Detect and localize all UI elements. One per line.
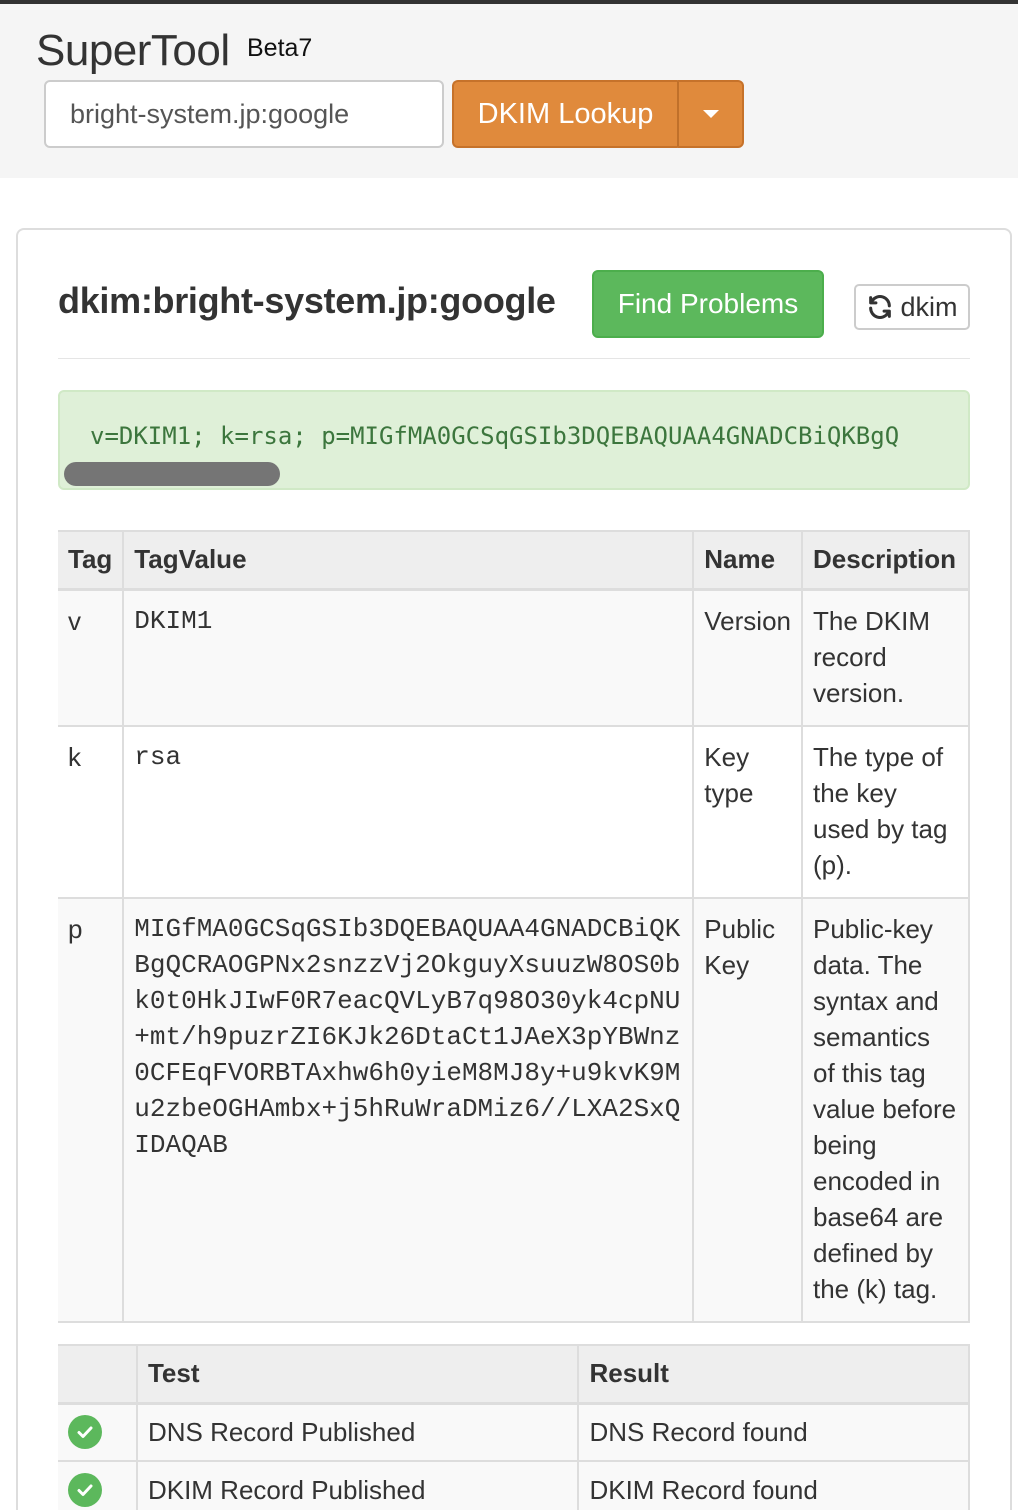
column-header-description: Description xyxy=(801,530,970,591)
table-header-row: Tag TagValue Name Description xyxy=(58,530,970,591)
version-badge: Beta7 xyxy=(247,34,313,62)
horizontal-scrollbar[interactable] xyxy=(64,462,280,486)
test-result-cell: DKIM Record found xyxy=(577,1460,970,1510)
tag-description-cell: The DKIM record version. xyxy=(801,588,970,727)
table-row: DNS Record Published DNS Record found xyxy=(58,1402,970,1462)
test-result-cell: DNS Record found xyxy=(577,1402,970,1462)
brand-logo[interactable]: SuperTool xyxy=(36,26,230,76)
refresh-icon xyxy=(869,295,892,319)
column-header-tag: Tag xyxy=(58,530,125,591)
test-results-table: Test Result DNS Record Published DNS Rec… xyxy=(58,1344,970,1510)
record-title: dkim:bright-system.jp:google xyxy=(58,280,556,321)
check-circle-icon xyxy=(68,1473,102,1507)
dkim-lookup-button[interactable]: DKIM Lookup xyxy=(452,80,677,148)
divider xyxy=(58,358,970,359)
table-row: DKIM Record Published DKIM Record found xyxy=(58,1460,970,1510)
lookup-dropdown-toggle[interactable] xyxy=(677,80,744,148)
refresh-label: dkim xyxy=(900,291,958,322)
lookup-button-group: DKIM Lookup xyxy=(452,80,744,148)
status-cell xyxy=(58,1402,138,1462)
table-row: p MIGfMA0GCSqGSIb3DQEBAQUAA4GNADCBiQKBgQ… xyxy=(58,896,970,1323)
tag-value-cell: rsa xyxy=(122,724,695,899)
column-header-result: Result xyxy=(577,1344,970,1405)
refresh-dkim-button[interactable]: dkim xyxy=(854,284,970,330)
column-header-test: Test xyxy=(135,1344,580,1405)
tag-value-cell: DKIM1 xyxy=(122,588,695,727)
raw-record-box: v=DKIM1; k=rsa; p=MIGfMA0GCSqGSIb3DQEBAQ… xyxy=(58,390,970,490)
find-problems-button[interactable]: Find Problems xyxy=(592,270,824,338)
column-header-name: Name xyxy=(692,530,803,591)
tag-name-cell: Key type xyxy=(692,724,803,899)
check-circle-icon xyxy=(68,1415,102,1450)
table-header-row: Test Result xyxy=(58,1344,970,1405)
tag-name-cell: Version xyxy=(692,588,803,727)
tag-cell: v xyxy=(58,588,125,727)
test-name-cell: DNS Record Published xyxy=(135,1402,580,1462)
tag-cell: p xyxy=(58,896,125,1323)
tag-description-cell: Public-key data. The syntax and semantic… xyxy=(801,896,970,1323)
tag-value-cell: MIGfMA0GCSqGSIb3DQEBAQUAA4GNADCBiQKBgQCR… xyxy=(122,896,695,1323)
tag-table: Tag TagValue Name Description v DKIM1 Ve… xyxy=(58,530,970,1323)
tag-cell: k xyxy=(58,724,125,899)
search-input[interactable] xyxy=(44,80,444,148)
table-row: k rsa Key type The type of the key used … xyxy=(58,724,970,899)
status-cell xyxy=(58,1460,138,1510)
column-header-status xyxy=(58,1344,138,1405)
tag-description-cell: The type of the key used by tag (p). xyxy=(801,724,970,899)
column-header-tagvalue: TagValue xyxy=(122,530,695,591)
tag-name-cell: Public Key xyxy=(692,896,803,1323)
test-name-cell: DKIM Record Published xyxy=(135,1460,580,1510)
raw-record-text: v=DKIM1; k=rsa; p=MIGfMA0GCSqGSIb3DQEBAQ… xyxy=(90,422,900,450)
caret-down-icon xyxy=(702,110,719,118)
table-row: v DKIM1 Version The DKIM record version. xyxy=(58,588,970,727)
